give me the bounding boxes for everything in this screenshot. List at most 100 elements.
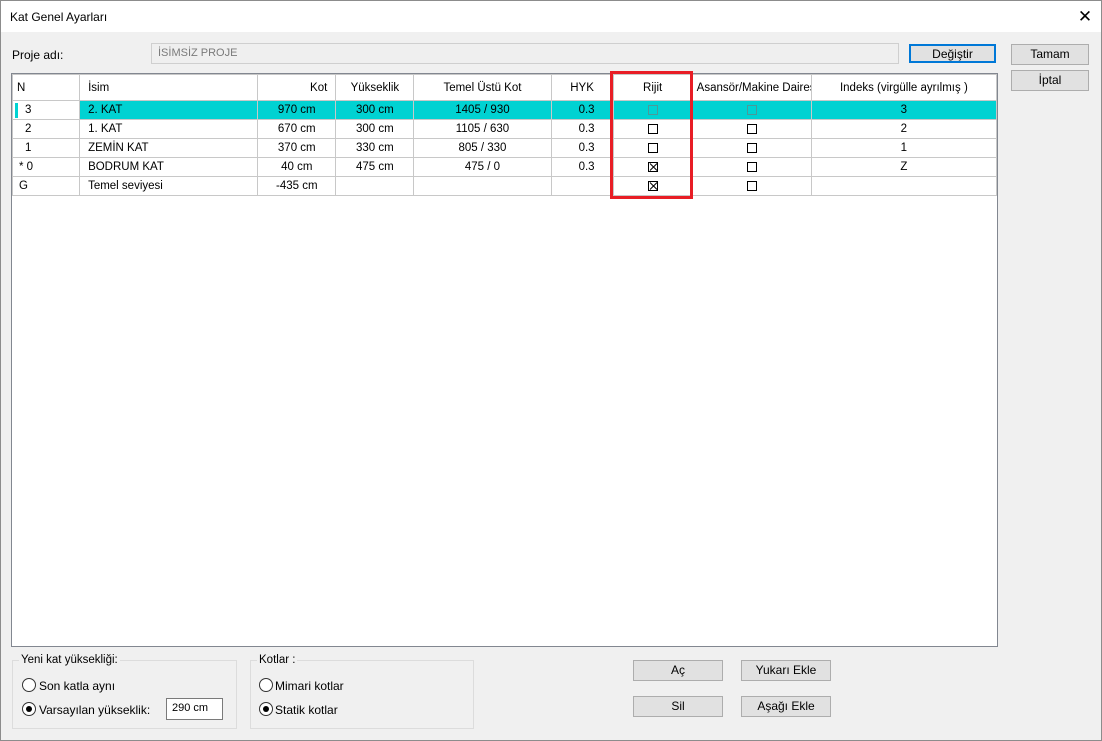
cell-rijit[interactable]	[612, 157, 693, 177]
delete-button[interactable]: Sil	[633, 696, 723, 717]
table-row[interactable]: 3 2. KAT 970 cm 300 cm 1405 / 930 0.3 3	[11, 100, 998, 120]
col-header-index[interactable]: Indeks (virgülle ayrılmış )	[810, 74, 998, 101]
elevator-checkbox[interactable]	[746, 104, 757, 115]
rijit-checkbox[interactable]	[647, 180, 658, 191]
cell-name[interactable]: 1. KAT	[79, 119, 259, 139]
cell-rijit[interactable]	[612, 138, 693, 158]
table-row[interactable]: 1 ZEMİN KAT 370 cm 330 cm 805 / 330 0.3 1	[11, 138, 998, 158]
cell-index[interactable]: Z	[810, 157, 998, 177]
rijit-checkbox[interactable]	[647, 142, 658, 153]
row-selection-marker	[15, 103, 18, 118]
elevator-checkbox[interactable]	[746, 142, 757, 153]
radio-static-levels[interactable]	[259, 702, 273, 716]
cell-height[interactable]: 300 cm	[335, 100, 415, 120]
elevator-checkbox[interactable]	[746, 161, 757, 172]
cell-hyk[interactable]: 0.3	[550, 100, 614, 120]
cancel-button[interactable]: İptal	[1011, 70, 1089, 91]
cell-height[interactable]	[335, 176, 415, 196]
cell-n-text: 1	[25, 142, 32, 154]
cell-temel[interactable]	[413, 176, 552, 196]
cell-hyk[interactable]: 0.3	[550, 157, 614, 177]
radio-default-height[interactable]	[22, 702, 36, 716]
cell-kot[interactable]: -435 cm	[257, 176, 337, 196]
default-height-label[interactable]: Varsayılan yükseklik:	[39, 703, 150, 717]
rijit-checkbox[interactable]	[647, 104, 658, 115]
col-header-temel[interactable]: Temel Üstü Kot	[413, 74, 552, 101]
cell-temel[interactable]: 1105 / 630	[413, 119, 552, 139]
default-height-input[interactable]: 290 cm	[166, 698, 223, 720]
cell-temel[interactable]: 805 / 330	[413, 138, 552, 158]
cell-n[interactable]: 1	[11, 138, 81, 158]
cell-rijit[interactable]	[612, 119, 693, 139]
cell-hyk[interactable]: 0.3	[550, 138, 614, 158]
add-above-button[interactable]: Yukarı Ekle	[741, 660, 831, 681]
cell-temel[interactable]: 1405 / 930	[413, 100, 552, 120]
cell-elevator[interactable]	[691, 157, 812, 177]
radio-same-as-last[interactable]	[22, 678, 36, 692]
cell-height[interactable]: 475 cm	[335, 157, 415, 177]
cell-hyk[interactable]: 0.3	[550, 119, 614, 139]
cell-index[interactable]: 1	[810, 138, 998, 158]
col-header-elevator[interactable]: Asansör/Makine Dairesi	[691, 74, 812, 101]
cell-n[interactable]: G	[11, 176, 81, 196]
col-header-hyk[interactable]: HYK	[550, 74, 614, 101]
cell-rijit[interactable]	[612, 176, 693, 196]
cell-kot[interactable]: 970 cm	[257, 100, 337, 120]
header-row: N İsim Kot Yükseklik Temel Üstü Kot HYK …	[11, 74, 998, 101]
cell-elevator[interactable]	[691, 100, 812, 120]
cell-height[interactable]: 330 cm	[335, 138, 415, 158]
open-button[interactable]: Aç	[633, 660, 723, 681]
cell-index[interactable]	[810, 176, 998, 196]
cell-kot[interactable]: 670 cm	[257, 119, 337, 139]
cell-elevator[interactable]	[691, 119, 812, 139]
cell-n-text: 2	[25, 123, 32, 135]
cell-kot[interactable]: 40 cm	[257, 157, 337, 177]
close-icon[interactable]: ✕	[1069, 1, 1101, 32]
cell-elevator[interactable]	[691, 176, 812, 196]
col-header-kot[interactable]: Kot	[257, 74, 337, 101]
cell-n-text: G	[19, 180, 28, 192]
cell-n[interactable]: * 0	[11, 157, 81, 177]
elevator-checkbox[interactable]	[746, 180, 757, 191]
project-name-label: Proje adı:	[12, 48, 64, 62]
table-row[interactable]: * 0 BODRUM KAT 40 cm 475 cm 475 / 0 0.3 Z	[11, 157, 998, 177]
cell-hyk[interactable]	[550, 176, 614, 196]
new-floor-height-title: Yeni kat yüksekliği:	[19, 654, 120, 666]
rijit-checkbox[interactable]	[647, 123, 658, 134]
change-project-button[interactable]: Değiştir	[909, 44, 996, 63]
cell-n[interactable]: 3	[11, 100, 81, 120]
col-header-n[interactable]: N	[11, 74, 81, 101]
dialog-window: Kat Genel Ayarları ✕ Proje adı: İSİMSİZ …	[0, 0, 1102, 741]
cell-temel[interactable]: 475 / 0	[413, 157, 552, 177]
cell-name[interactable]: Temel seviyesi	[79, 176, 259, 196]
levels-group	[250, 660, 474, 729]
cell-index[interactable]: 2	[810, 119, 998, 139]
cell-height[interactable]: 300 cm	[335, 119, 415, 139]
table-row[interactable]: 2 1. KAT 670 cm 300 cm 1105 / 630 0.3 2	[11, 119, 998, 139]
add-below-button[interactable]: Aşağı Ekle	[741, 696, 831, 717]
cell-n[interactable]: 2	[11, 119, 81, 139]
architectural-levels-label[interactable]: Mimari kotlar	[275, 679, 344, 693]
cell-kot[interactable]: 370 cm	[257, 138, 337, 158]
elevator-checkbox[interactable]	[746, 123, 757, 134]
col-header-height[interactable]: Yükseklik	[335, 74, 415, 101]
cell-name[interactable]: BODRUM KAT	[79, 157, 259, 177]
cell-rijit[interactable]	[612, 100, 693, 120]
window-title: Kat Genel Ayarları	[10, 10, 108, 24]
cell-name[interactable]: ZEMİN KAT	[79, 138, 259, 158]
same-as-last-label[interactable]: Son katla aynı	[39, 679, 115, 693]
cell-name[interactable]: 2. KAT	[79, 100, 259, 120]
radio-architectural-levels[interactable]	[259, 678, 273, 692]
cell-elevator[interactable]	[691, 138, 812, 158]
floor-grid: N İsim Kot Yükseklik Temel Üstü Kot HYK …	[11, 73, 998, 647]
cell-index[interactable]: 3	[810, 100, 998, 120]
col-header-name[interactable]: İsim	[79, 74, 259, 101]
ok-button[interactable]: Tamam	[1011, 44, 1089, 65]
cell-n-text: 3	[25, 104, 32, 116]
col-header-rijit[interactable]: Rijit	[612, 74, 693, 101]
table-row[interactable]: G Temel seviyesi -435 cm	[11, 176, 998, 196]
floor-table: N İsim Kot Yükseklik Temel Üstü Kot HYK …	[11, 74, 998, 196]
project-name-field: İSİMSİZ PROJE	[151, 43, 899, 64]
static-levels-label[interactable]: Statik kotlar	[275, 703, 338, 717]
rijit-checkbox[interactable]	[647, 161, 658, 172]
